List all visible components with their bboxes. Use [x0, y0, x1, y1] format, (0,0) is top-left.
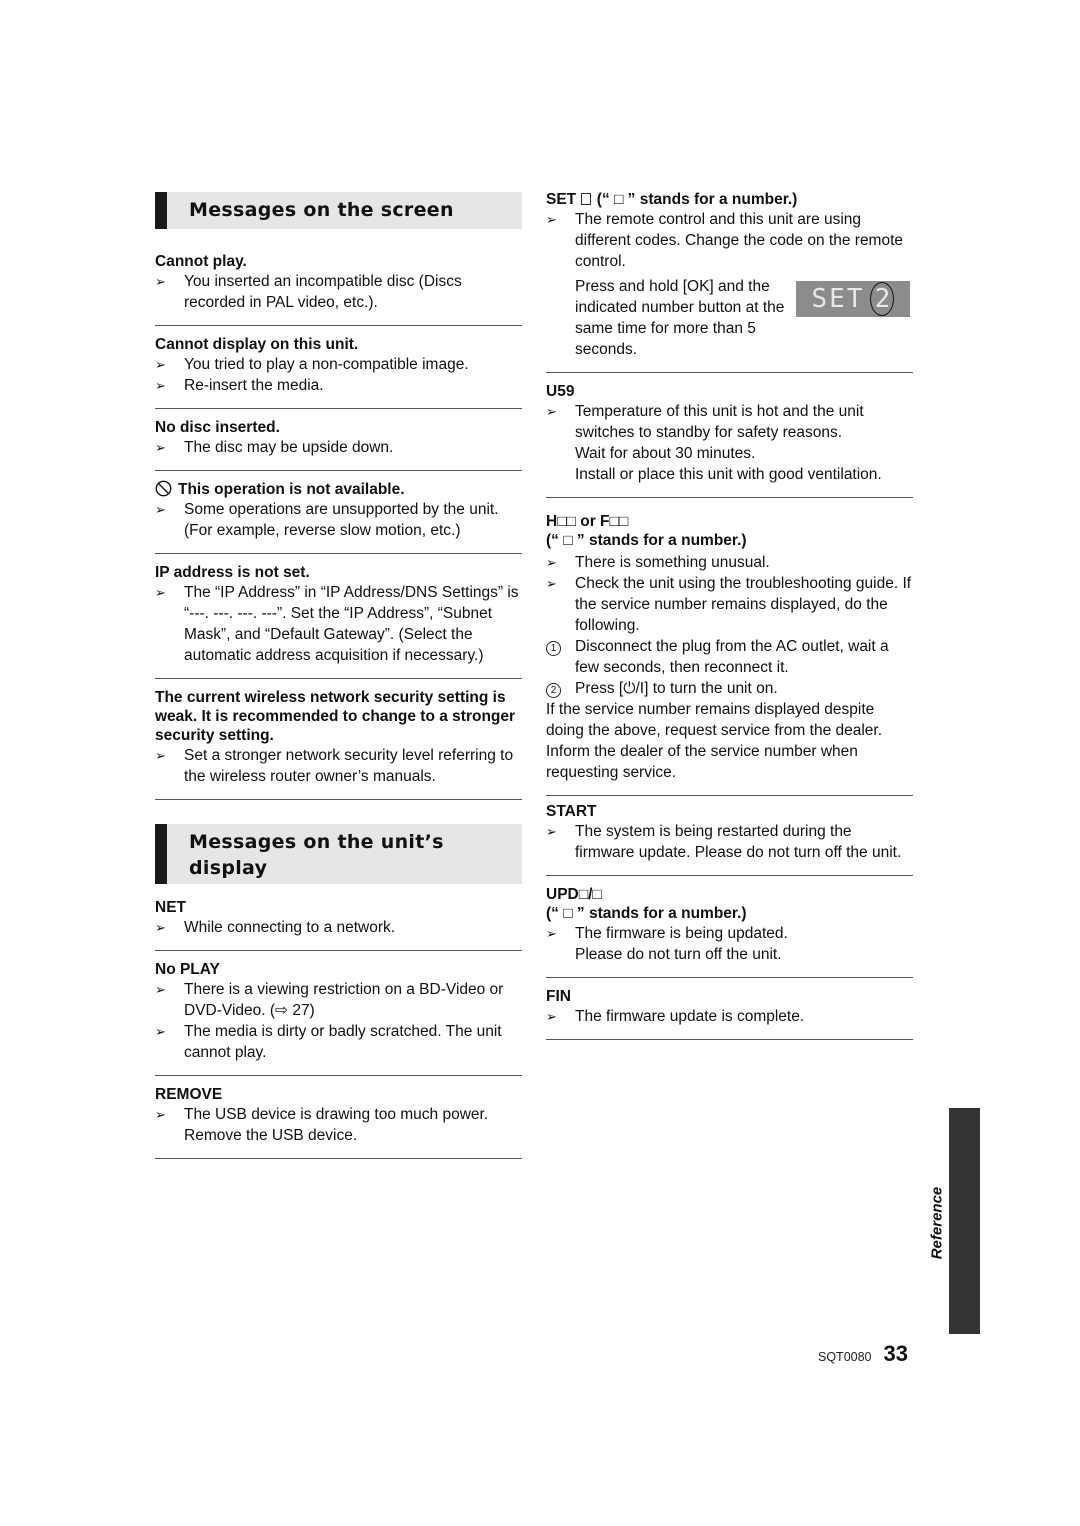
- bullet-item: ➢ The system is being restarted during th…: [546, 823, 902, 861]
- step-number-icon: 1: [546, 641, 561, 656]
- message-title: SET (“ □ ” stands for a number.): [546, 191, 798, 208]
- message-title: Cannot play.: [155, 253, 247, 270]
- message-entry: SET (“ □ ” stands for a number.) ➢ The re…: [546, 190, 913, 373]
- document-code: SQT0080: [818, 1350, 872, 1364]
- bullet-item: ➢ The USB device is drawing too much powe…: [155, 1106, 489, 1144]
- message-title: Cannot display on this unit.: [155, 336, 359, 353]
- arrow-bullet-icon: ➢: [546, 926, 557, 941]
- set-instruction: Press and hold [OK] and the indicated nu…: [546, 276, 913, 360]
- message-entry: NET ➢ While connecting to a network.: [155, 898, 522, 951]
- section-header: Messages on the unit’s display: [155, 824, 522, 884]
- page-number: 33: [883, 1341, 908, 1366]
- arrow-bullet-icon: ➢: [155, 1107, 166, 1122]
- message-subtitle: (“ □ ” stands for a number.): [546, 905, 747, 922]
- bullet-item: ➢ The firmware is being updated.: [546, 925, 788, 942]
- message-entry: REMOVE ➢ The USB device is drawing too mu…: [155, 1076, 522, 1159]
- bullet-item: ➢ The remote control and this unit are us…: [546, 211, 904, 270]
- bullet-item: ➢ Set a stronger network security level r…: [155, 747, 514, 785]
- arrow-bullet-icon: ➢: [546, 576, 557, 591]
- message-title: NET: [155, 899, 186, 916]
- message-subtitle: (“ □ ” stands for a number.): [546, 532, 747, 549]
- message-entry: H□□ or F□□ (“ □ ” stands for a number.) …: [546, 498, 913, 796]
- message-title: U59: [546, 383, 575, 400]
- message-entry: No PLAY ➢ There is a viewing restriction …: [155, 951, 522, 1076]
- bullet-item: ➢ Temperature of this unit is hot and the…: [546, 403, 864, 441]
- service-note: If the service number remains displayed …: [546, 701, 883, 781]
- number-placeholder-icon: [581, 193, 592, 205]
- section-title: Messages on the unit’s display: [189, 831, 444, 879]
- bullet-item: ➢ The “IP Address” in “IP Address/DNS Set…: [155, 584, 519, 664]
- message-entry: IP address is not set. ➢ The “IP Address”…: [155, 554, 522, 679]
- arrow-bullet-icon: ➢: [546, 1009, 557, 1024]
- message-title: REMOVE: [155, 1086, 223, 1103]
- section-header: Messages on the screen: [155, 192, 522, 229]
- message-entry: The current wireless network security se…: [155, 679, 522, 800]
- message-entry: UPD□/□ (“ □ ” stands for a number.) ➢ The…: [546, 876, 913, 978]
- step-item: 2 Press [⏻/I] to turn the unit on.: [546, 678, 913, 699]
- bullet-item: ➢ You inserted an incompatible disc (Disc…: [155, 273, 462, 311]
- message-entry: Cannot display on this unit. ➢ You tried …: [155, 326, 522, 409]
- arrow-bullet-icon: ➢: [155, 748, 166, 763]
- lcd-display-image: SET 2: [796, 281, 910, 317]
- message-title: The current wireless network security se…: [155, 689, 516, 744]
- message-title: No disc inserted.: [155, 419, 280, 436]
- arrow-bullet-icon: ➢: [155, 585, 166, 600]
- message-title: No PLAY: [155, 961, 220, 978]
- message-title: UPD□/□: [546, 886, 602, 903]
- arrow-bullet-icon: ➢: [155, 378, 166, 393]
- arrow-bullet-icon: ➢: [546, 555, 557, 570]
- bullet-item: ➢ Some operations are unsupported by the …: [155, 501, 499, 539]
- section-title: Messages on the screen: [189, 199, 454, 221]
- message-title: This operation is not available.: [155, 480, 522, 499]
- message-entry: FIN ➢ The firmware update is complete.: [546, 978, 913, 1040]
- arrow-bullet-icon: ➢: [155, 920, 166, 935]
- arrow-bullet-icon: ➢: [155, 274, 166, 289]
- message-entry: No disc inserted. ➢ The disc may be upsid…: [155, 409, 522, 471]
- arrow-bullet-icon: ➢: [155, 440, 166, 455]
- lcd-number: 2: [870, 282, 895, 316]
- message-entry: This operation is not available. ➢ Some o…: [155, 471, 522, 554]
- left-column: Messages on the screen Cannot play. ➢ You…: [155, 190, 522, 1159]
- bullet-item: ➢ Re-insert the media.: [155, 377, 324, 394]
- bullet-item: ➢ The media is dirty or badly scratched. …: [155, 1023, 502, 1061]
- bullet-item: ➢ While connecting to a network.: [155, 919, 396, 936]
- right-column: SET (“ □ ” stands for a number.) ➢ The re…: [546, 190, 913, 1040]
- page-footer: SQT0080 33: [818, 1341, 908, 1367]
- message-entry: START ➢ The system is being restarted dur…: [546, 796, 913, 876]
- arrow-bullet-icon: ➢: [155, 1024, 166, 1039]
- arrow-bullet-icon: ➢: [546, 824, 557, 839]
- section-tab-label: Reference: [928, 1186, 946, 1260]
- arrow-bullet-icon: ➢: [546, 212, 557, 227]
- bullet-item: ➢ There is a viewing restriction on a BD-…: [155, 981, 504, 1019]
- message-entry: Cannot play. ➢ You inserted an incompatib…: [155, 243, 522, 326]
- message-title: FIN: [546, 988, 571, 1005]
- arrow-bullet-icon: ➢: [155, 357, 166, 372]
- message-entry: U59 ➢ Temperature of this unit is hot and…: [546, 373, 913, 498]
- bullet-item: ➢ The firmware update is complete.: [546, 1008, 805, 1025]
- bullet-item: ➢ There is something unusual.: [546, 554, 770, 571]
- arrow-bullet-icon: ➢: [155, 502, 166, 517]
- bullet-item: ➢ The disc may be upside down.: [155, 439, 394, 456]
- bullet-item: ➢ You tried to play a non-compatible imag…: [155, 356, 469, 373]
- prohibited-icon: [155, 480, 172, 497]
- arrow-bullet-icon: ➢: [546, 404, 557, 419]
- message-title: IP address is not set.: [155, 564, 310, 581]
- arrow-bullet-icon: ➢: [155, 982, 166, 997]
- step-item: 1 Disconnect the plug from the AC outlet,…: [546, 636, 913, 678]
- message-title: H□□ or F□□: [546, 513, 629, 530]
- message-title: START: [546, 803, 597, 820]
- bullet-item: ➢ Check the unit using the troubleshootin…: [546, 575, 912, 634]
- step-number-icon: 2: [546, 683, 561, 698]
